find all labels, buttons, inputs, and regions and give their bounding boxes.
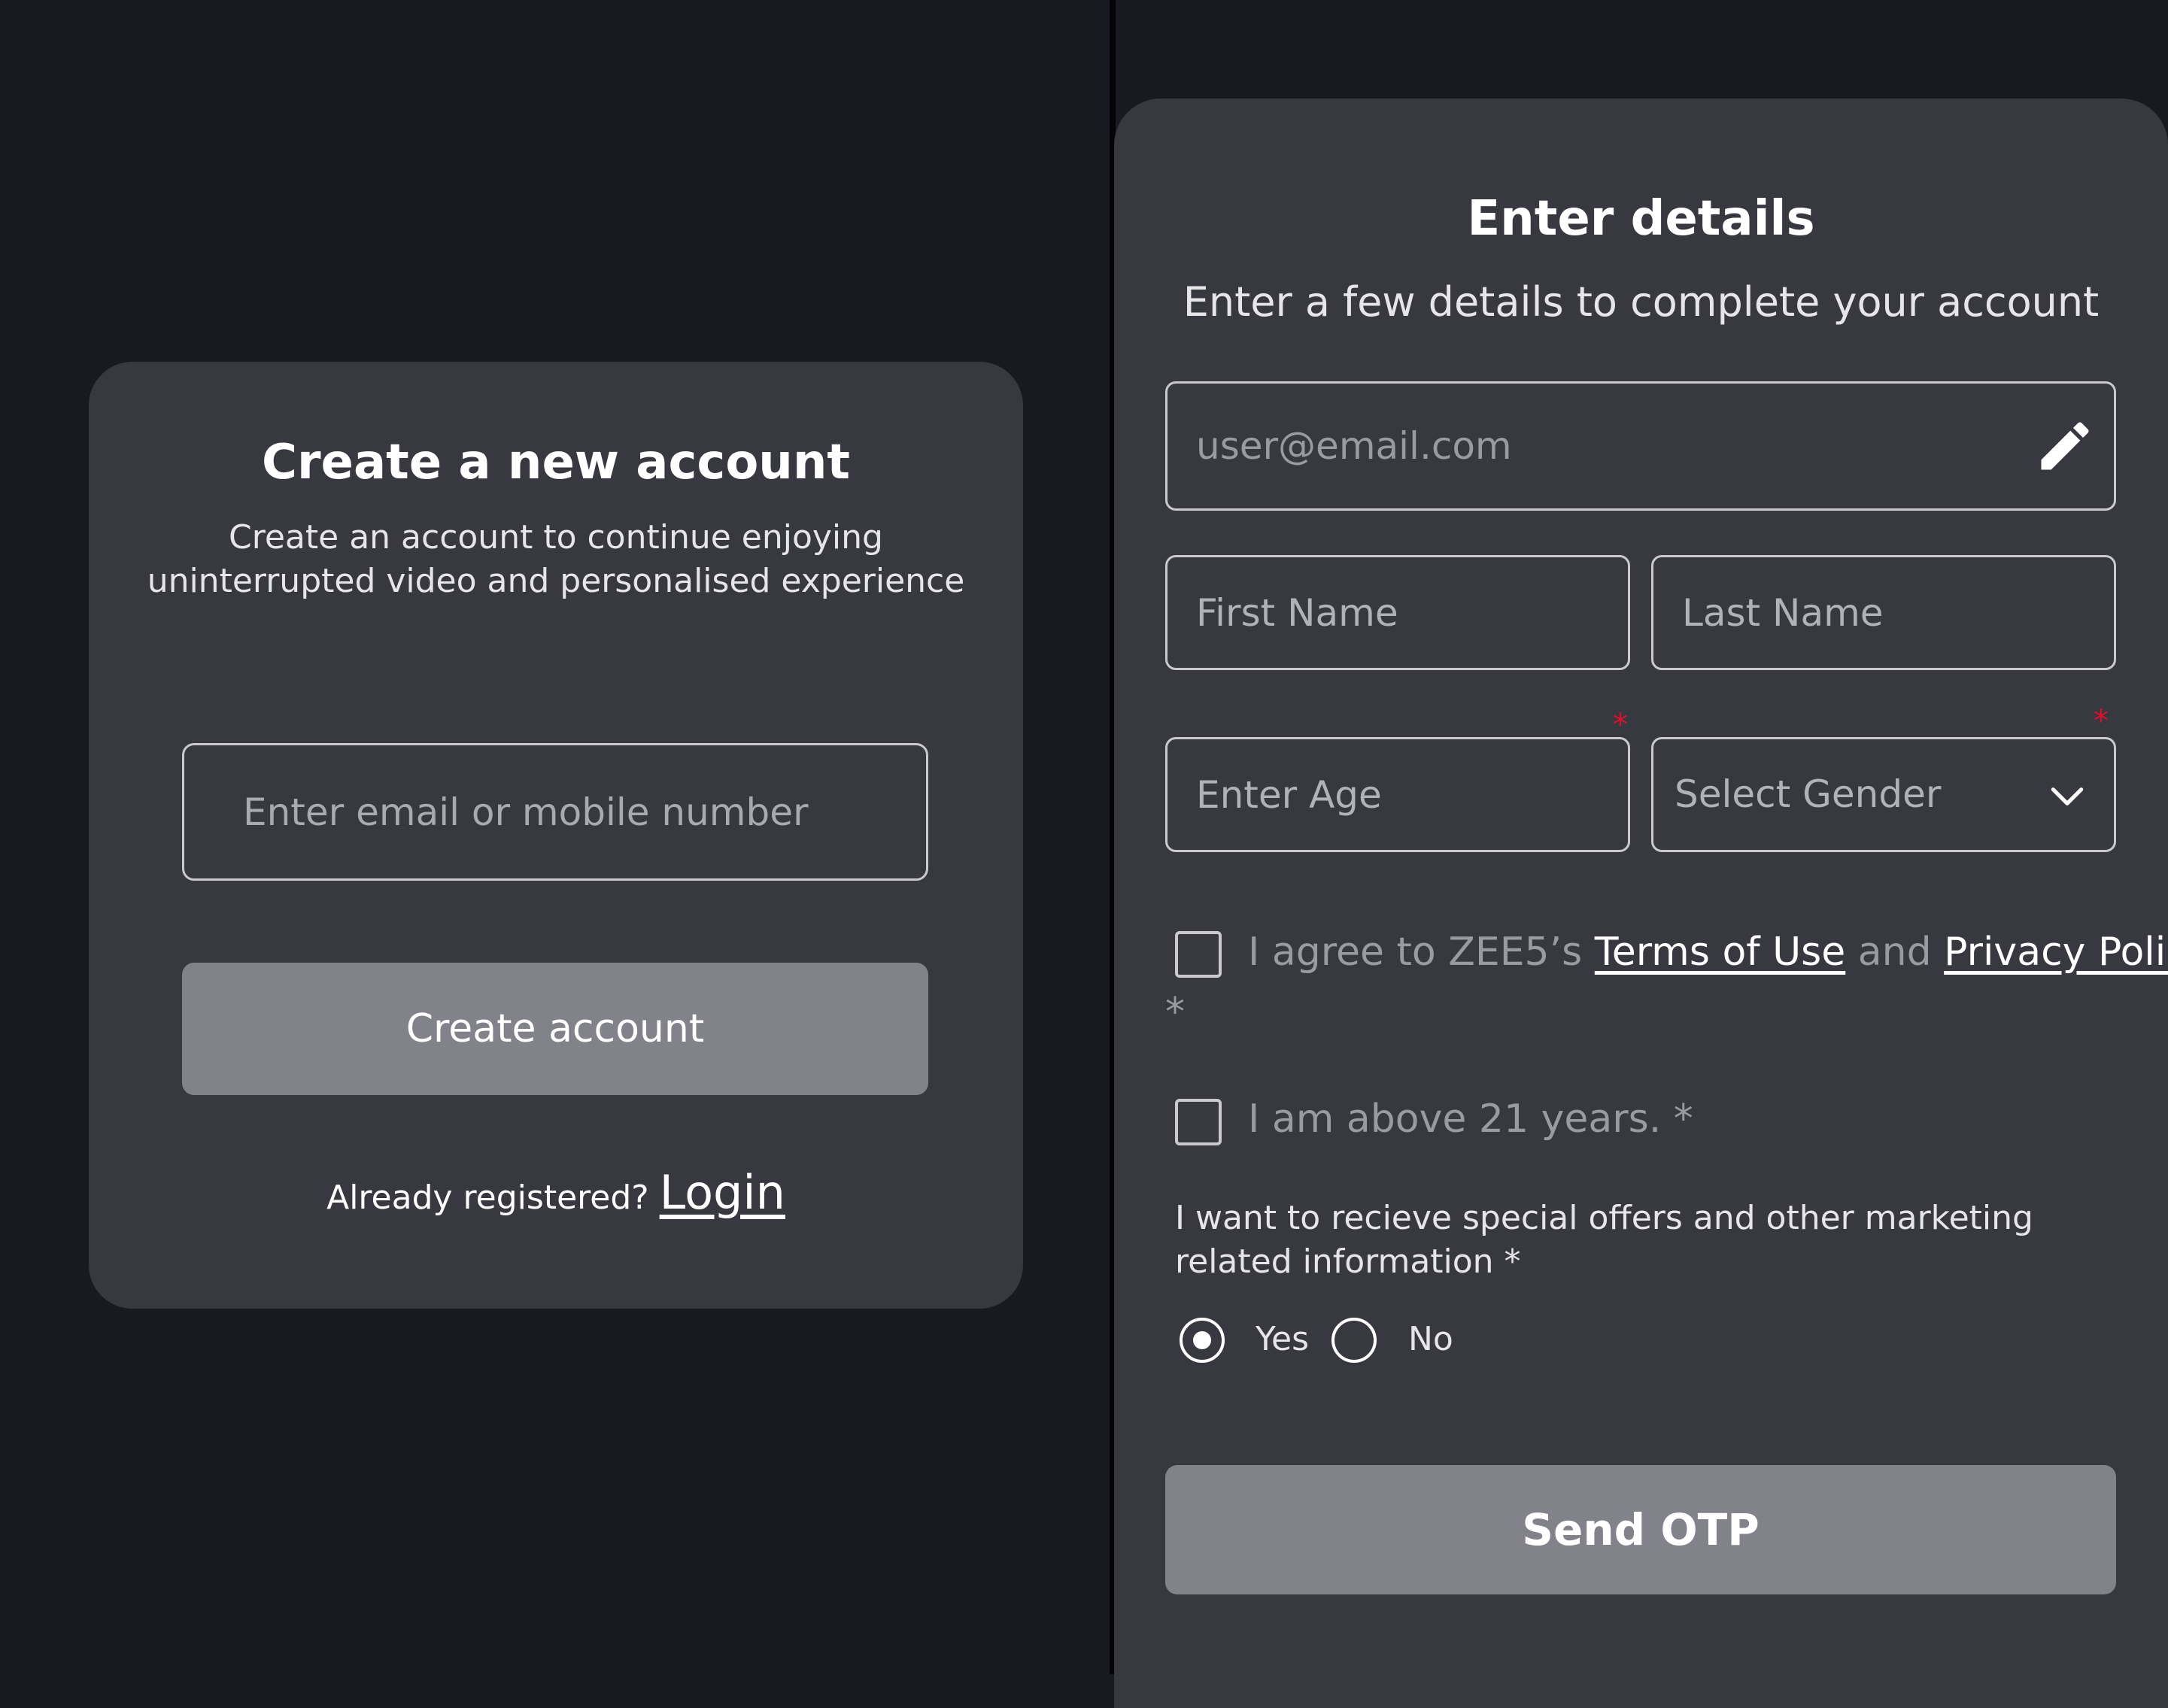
page-subtitle: Create an account to continue enjoying u… [147, 518, 965, 600]
create-account-button[interactable]: Create account [182, 963, 928, 1095]
marketing-no-radio[interactable] [1331, 1318, 1377, 1363]
last-name-field[interactable] [1651, 555, 2116, 670]
login-prompt: Already registered? Login [89, 1163, 1023, 1228]
terms-and: and [1845, 930, 1945, 975]
terms-required-star: * [1165, 990, 1185, 1035]
enter-details-card: Enter details Enter a few details to com… [1114, 99, 2168, 1708]
privacy-policy-link[interactable]: Privacy Policy [1944, 930, 2168, 975]
marketing-yes-radio[interactable] [1180, 1318, 1225, 1363]
create-account-screen: Create a new account Create an account t… [0, 0, 1110, 1674]
gender-select-value: Select Gender [1675, 772, 1942, 816]
terms-checkbox[interactable] [1175, 931, 1222, 978]
email-or-mobile-input[interactable] [182, 743, 928, 881]
age-checkbox[interactable] [1175, 1099, 1222, 1145]
send-otp-button[interactable]: Send OTP [1165, 1465, 2116, 1594]
first-name-field[interactable] [1165, 555, 1630, 670]
gender-select[interactable]: Select Gender [1651, 737, 2116, 852]
details-subtitle: Enter a few details to complete your acc… [1183, 278, 2100, 326]
pencil-icon[interactable] [2033, 414, 2097, 478]
login-link[interactable]: Login [660, 1165, 785, 1220]
terms-label: I agree to ZEE5’s Terms of Use and Priva… [1248, 926, 2168, 978]
chevron-down-icon [2051, 787, 2084, 805]
email-field[interactable] [1165, 381, 2116, 511]
age-field[interactable] [1165, 737, 1630, 852]
radio-selected-dot [1193, 1331, 1211, 1349]
terms-prefix: I agree to ZEE5’s [1248, 930, 1595, 975]
already-registered-text: Already registered? [326, 1179, 649, 1217]
create-account-card: Create a new account Create an account t… [89, 362, 1023, 1309]
marketing-yes-label: Yes [1256, 1320, 1310, 1358]
terms-of-use-link[interactable]: Terms of Use [1595, 930, 1845, 975]
age-check-label: I am above 21 years. * [1248, 1097, 1693, 1142]
marketing-no-label: No [1408, 1320, 1453, 1358]
age-required-mark: * [1613, 708, 1628, 742]
details-title: Enter details [1467, 191, 1815, 247]
gender-required-mark: * [2094, 704, 2109, 739]
marketing-question: I want to recieve special offers and oth… [1175, 1199, 2033, 1281]
page-title: Create a new account [262, 435, 850, 490]
